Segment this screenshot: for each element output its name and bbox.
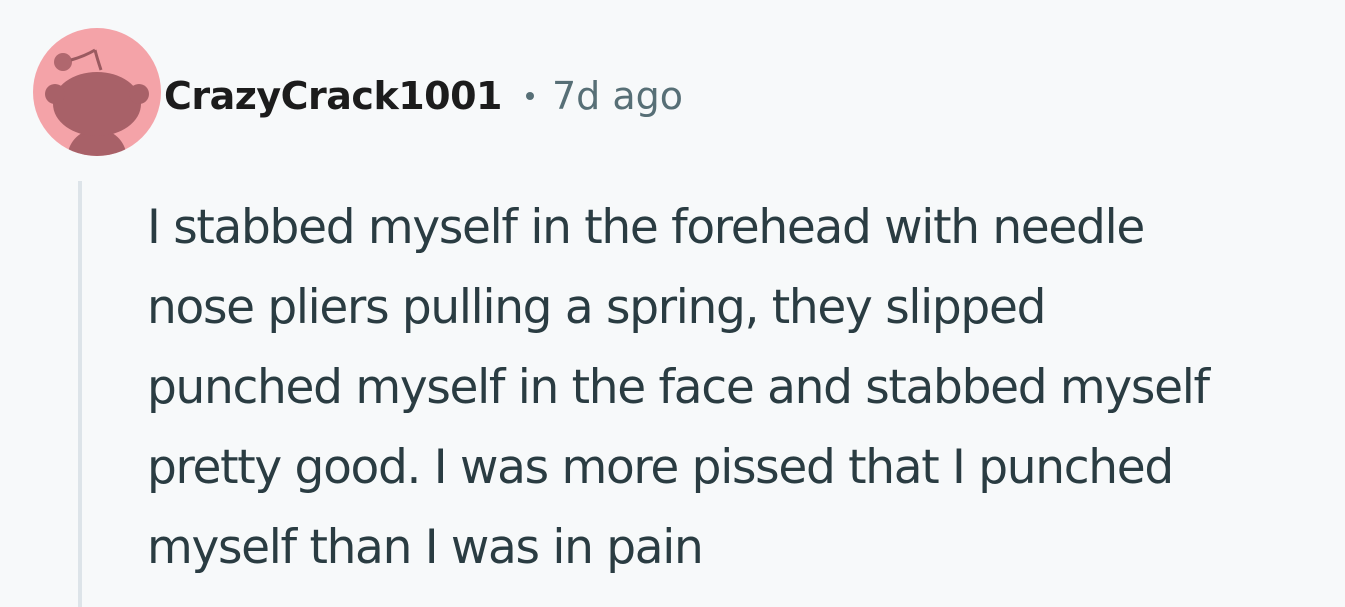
user-avatar[interactable]	[33, 28, 161, 156]
comment-meta: CrazyCrack1001 7d ago	[164, 66, 683, 126]
comment-body-line: punched myself in the face and stabbed m…	[147, 360, 1210, 415]
comment-body-line: pretty good. I was more pissed that I pu…	[147, 440, 1174, 495]
thread-line[interactable]	[78, 181, 82, 607]
reddit-snoo-avatar-icon	[33, 28, 161, 156]
comment-body-line: myself than I was in pain	[147, 520, 704, 575]
comment-body: I stabbed myself in the forehead with ne…	[147, 188, 1337, 588]
comment: CrazyCrack1001 7d ago I stabbed myself i…	[0, 0, 1345, 607]
comment-body-line: nose pliers pulling a spring, they slipp…	[147, 280, 1046, 335]
separator-dot	[526, 92, 534, 100]
comment-timestamp[interactable]: 7d ago	[552, 74, 683, 118]
comment-body-line: I stabbed myself in the forehead with ne…	[147, 200, 1145, 255]
username-link[interactable]: CrazyCrack1001	[164, 74, 503, 118]
